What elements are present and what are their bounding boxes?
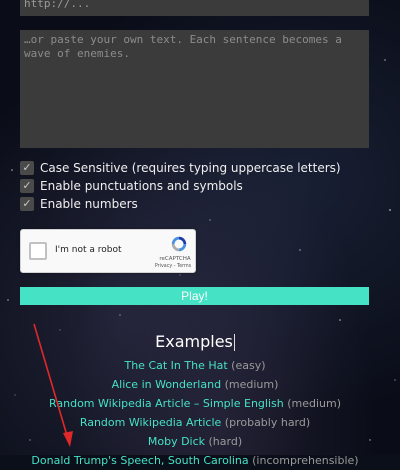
example-difficulty: (incomprehensible) xyxy=(252,454,359,467)
annotation-arrow-icon xyxy=(33,323,73,447)
example-link[interactable]: Donald Trump's Speech, South Carolina xyxy=(31,454,248,467)
